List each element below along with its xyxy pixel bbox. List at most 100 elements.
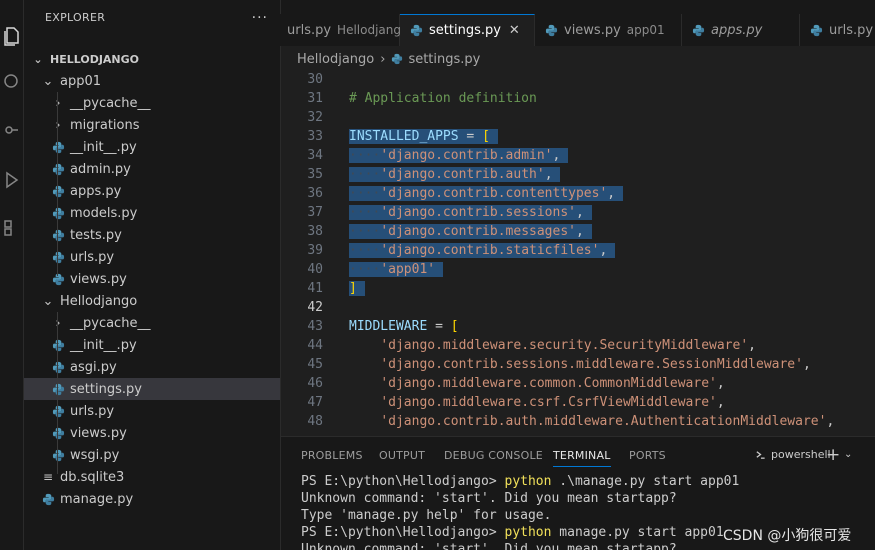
tree-root[interactable]: ⌄ HELLODJANGO (24, 48, 280, 70)
run-debug-icon[interactable] (2, 170, 22, 190)
tab-urls-hellodjango[interactable]: urls.py Hellodjango (277, 14, 408, 46)
tree-file[interactable]: asgi.py (24, 356, 280, 378)
breadcrumb: Hellodjango › settings.py (281, 47, 875, 71)
code-line: 'django.middleware.security.SecurityMidd… (380, 338, 756, 353)
terminal-shell-selector[interactable]: powershell (755, 448, 831, 461)
tab-settings[interactable]: settings.py ✕ (400, 14, 535, 46)
tab-problems[interactable]: PROBLEMS (301, 449, 363, 462)
terminal-line: PS E:\python\Hellodjango> python .\manag… (301, 473, 739, 490)
tree-folder[interactable]: › __pycache__ (24, 92, 280, 114)
python-icon (50, 361, 66, 374)
watermark: CSDN @小狗很可爱 (723, 528, 852, 544)
tree-file[interactable]: urls.py (24, 246, 280, 268)
line-number: 32 (307, 110, 323, 125)
database-icon: ≡ (42, 470, 54, 484)
python-icon (40, 493, 56, 506)
line-number: 33 (307, 129, 323, 144)
python-icon (50, 427, 66, 440)
tab-label: apps.py (711, 22, 763, 38)
explorer-sidebar: EXPLORER ··· ⌄ HELLODJANGO ⌄ app01 › __pycach… (24, 0, 281, 550)
terminal-text: Type 'manage.py help' for usage. (301, 508, 552, 523)
tree-label: settings.py (70, 381, 142, 397)
new-terminal-icon[interactable]: + (826, 445, 840, 465)
extensions-icon[interactable] (2, 218, 22, 238)
tab-urls[interactable]: urls.py (800, 14, 875, 46)
tree-file[interactable]: ≡ db.sqlite3 (24, 466, 280, 488)
explorer-title: EXPLORER (45, 11, 106, 24)
python-icon (50, 405, 66, 418)
line-number: 38 (307, 224, 323, 239)
tree-folder[interactable]: ⌄ app01 (24, 70, 280, 92)
terminal-prompt: PS E:\python\Hellodjango> (301, 474, 505, 489)
close-icon[interactable]: ✕ (509, 23, 520, 38)
tree-file[interactable]: __init__.py (24, 334, 280, 356)
code-line: ····'django.contrib.staticfiles', (349, 243, 616, 258)
chevron-down-icon[interactable]: ⌄ (844, 449, 852, 460)
tree-file[interactable]: views.py (24, 268, 280, 290)
line-number: 35 (307, 167, 323, 182)
code-line: ····'app01' (349, 262, 443, 277)
chevron-down-icon: ⌄ (42, 73, 54, 89)
python-icon (50, 207, 66, 220)
code-line: ····'django.contrib.contenttypes', (349, 186, 623, 201)
tree-folder[interactable]: ⌄ Hellodjango (24, 290, 280, 312)
search-icon[interactable] (2, 72, 22, 92)
explorer-icon[interactable] (2, 26, 22, 46)
tree-file[interactable]: manage.py (24, 488, 280, 510)
editor-tabs: urls.py Hellodjango settings.py ✕ views.… (277, 0, 875, 46)
tree-label: app01 (60, 73, 102, 89)
tab-views-app01[interactable]: views.py app01 (535, 14, 682, 46)
tree-file[interactable]: admin.py (24, 158, 280, 180)
tree-folder[interactable]: › __pycache__ (24, 312, 280, 334)
indent-guide (57, 312, 58, 474)
terminal-output[interactable]: PS E:\python\Hellodjango> python .\manag… (301, 473, 739, 550)
tree-file[interactable]: __init__.py (24, 136, 280, 158)
chevron-down-icon: ⌄ (42, 293, 54, 309)
more-actions-icon[interactable]: ··· (252, 10, 268, 26)
line-number: 36 (307, 186, 323, 201)
tree-file[interactable]: urls.py (24, 400, 280, 422)
tree-label: wsgi.py (70, 447, 120, 463)
terminal-text: Unknown command: 'start'. Did you mean s… (301, 491, 677, 506)
source-control-icon[interactable] (2, 120, 22, 140)
line-number: 46 (307, 376, 323, 391)
python-icon (50, 229, 66, 242)
tree-label: views.py (70, 271, 127, 287)
tab-debug-console[interactable]: DEBUG CONSOLE (444, 449, 543, 462)
breadcrumb-file[interactable]: settings.py (408, 52, 480, 67)
activity-bar (0, 0, 24, 550)
tree-label: urls.py (70, 249, 115, 265)
terminal-line: PS E:\python\Hellodjango> python manage.… (301, 524, 739, 541)
tree-label: HELLODJANGO (50, 52, 140, 66)
code-line: ····'django.contrib.messages', (349, 224, 592, 239)
breadcrumb-folder[interactable]: Hellodjango (297, 52, 374, 67)
python-icon (50, 339, 66, 352)
tree-label: urls.py (70, 403, 115, 419)
line-number: 42 (307, 300, 323, 315)
terminal-command: python (504, 474, 552, 489)
code-editor[interactable]: 30 31 # Application definition 32 33 INSTALLE… (281, 71, 875, 436)
python-icon (50, 449, 66, 462)
tree-file[interactable]: tests.py (24, 224, 280, 246)
code-line: 'django.contrib.sessions.middleware.Sess… (380, 357, 811, 372)
tree-file[interactable]: apps.py (24, 180, 280, 202)
tree-file[interactable]: models.py (24, 202, 280, 224)
tree-label: migrations (70, 117, 140, 133)
tree-folder[interactable]: › migrations (24, 114, 280, 136)
python-icon (692, 24, 705, 37)
tab-output[interactable]: OUTPUT (379, 449, 425, 462)
python-icon (50, 251, 66, 264)
code-line: ····'django.contrib.sessions', (349, 205, 592, 220)
tab-ports[interactable]: PORTS (629, 449, 666, 462)
tree-file[interactable]: wsgi.py (24, 444, 280, 466)
code-line: INSTALLED_APPS = [ (349, 129, 498, 144)
line-number: 39 (307, 243, 323, 258)
tab-terminal[interactable]: TERMINAL (553, 449, 611, 467)
tab-apps[interactable]: apps.py (682, 14, 800, 46)
terminal-text: manage.py start app01 (551, 525, 724, 540)
tree-file[interactable]: views.py (24, 422, 280, 444)
tree-file[interactable]: settings.py (24, 378, 280, 400)
terminal-text: .\manage.py start app01 (551, 474, 740, 489)
code-line: MIDDLEWARE = [ (349, 319, 459, 334)
code-line: 'django.middleware.common.CommonMiddlewa… (380, 376, 725, 391)
